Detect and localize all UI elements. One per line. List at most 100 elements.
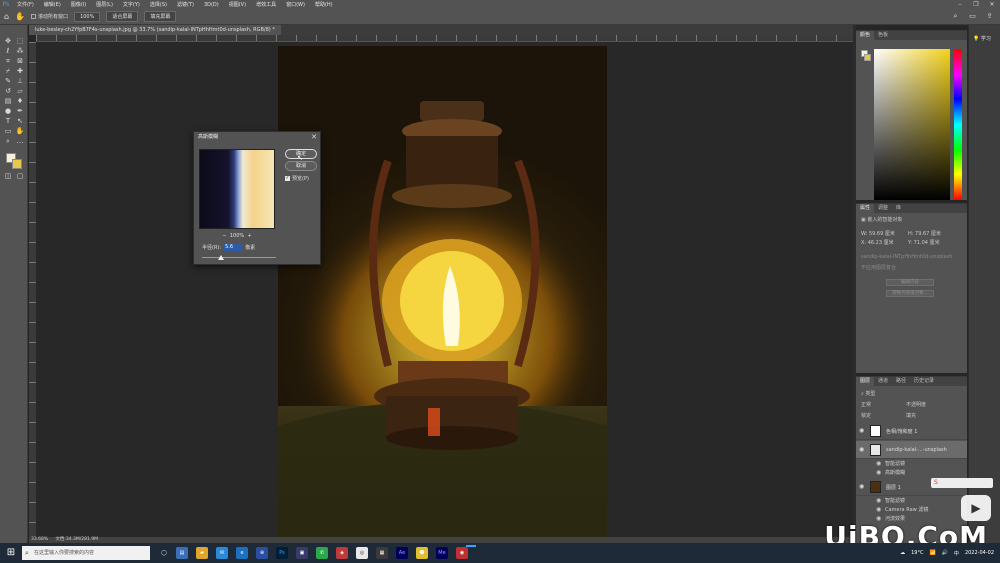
height-field[interactable]: H: 79.67 厘米 <box>908 230 941 237</box>
menu-type[interactable]: 文字(Y) <box>118 1 145 8</box>
background-swatch[interactable] <box>864 54 871 61</box>
blur-preview-window[interactable] <box>199 149 275 229</box>
workspace-icon[interactable]: ▭ <box>968 12 977 21</box>
share-icon[interactable]: ⇪ <box>985 12 994 21</box>
learn-button[interactable]: 💡 学习 <box>973 35 991 42</box>
frame-tool-icon[interactable]: ⊠ <box>15 57 25 66</box>
tab-libraries[interactable]: 库 <box>892 204 905 213</box>
taskbar-search-box[interactable]: ⌕ 在这里输入你要搜索的内容 <box>22 546 150 560</box>
healing-brush-tool-icon[interactable]: ✚ <box>15 67 25 76</box>
background-color-swatch[interactable] <box>12 159 22 169</box>
menu-edit[interactable]: 编辑(E) <box>39 1 66 8</box>
document-tab[interactable]: luke-besley-ch2YfpB7F4s-unsplash.jpg @ 3… <box>29 25 281 35</box>
app-icon[interactable]: ☻ <box>416 547 428 559</box>
photoshop-task-icon[interactable]: Ps <box>276 547 288 559</box>
edge-browser-icon[interactable]: e <box>236 547 248 559</box>
maximize-icon[interactable]: ❐ <box>968 0 984 9</box>
convert-to-linked-button[interactable]: 转换为链接对象... <box>886 290 934 297</box>
zoom-100-button[interactable]: 100% <box>74 11 101 22</box>
after-effects-icon[interactable]: Ae <box>396 547 408 559</box>
search-icon[interactable]: ⌕ <box>951 12 960 21</box>
network-icon[interactable]: 📶 <box>929 550 935 556</box>
zoom-out-icon[interactable]: − <box>222 233 226 239</box>
fill-screen-button[interactable]: 填充屏幕 <box>144 11 177 22</box>
visibility-eye-icon[interactable]: ◉ <box>876 469 881 477</box>
input-method-bar[interactable]: S <box>931 478 993 488</box>
filter-row[interactable]: ◉ 高斯模糊 <box>856 469 967 477</box>
app-icon[interactable]: ▦ <box>376 547 388 559</box>
document-size-info[interactable]: 文档:34.3M/281.9M <box>55 537 98 542</box>
vertical-ruler[interactable] <box>29 42 36 537</box>
close-icon[interactable]: ✕ <box>311 132 317 142</box>
edit-contents-button[interactable]: 编辑内容 <box>886 279 934 286</box>
more-tools-icon[interactable]: … <box>15 137 25 146</box>
gradient-tool-icon[interactable]: ▤ <box>3 97 13 106</box>
hand-tool-icon[interactable]: ✋ <box>15 12 25 21</box>
radius-input[interactable]: 5.6 <box>224 244 243 251</box>
lasso-tool-icon[interactable]: ℓ <box>3 47 13 56</box>
task-view-icon[interactable]: ◯ <box>158 547 170 559</box>
video-player-icon[interactable]: ▶ <box>961 495 991 521</box>
menu-filter[interactable]: 滤镜(T) <box>172 1 199 8</box>
blend-mode-select[interactable]: 正常 <box>861 401 871 408</box>
clock[interactable]: 2022-04-02 <box>965 550 994 556</box>
history-brush-tool-icon[interactable]: ↺ <box>3 87 13 96</box>
tab-paths[interactable]: 路径 <box>892 377 910 386</box>
move-tool-icon[interactable]: ✥ <box>3 37 13 46</box>
tab-swatches[interactable]: 色板 <box>874 31 892 40</box>
file-explorer-icon[interactable]: ▤ <box>176 547 188 559</box>
media-encoder-icon[interactable]: Me <box>436 547 448 559</box>
hand-tool-icon[interactable]: ✋ <box>15 127 25 136</box>
volume-icon[interactable]: 🔊 <box>942 550 948 556</box>
temperature[interactable]: 19°C <box>911 550 923 556</box>
path-selection-tool-icon[interactable]: ↖ <box>15 117 25 126</box>
store-icon[interactable]: ⊕ <box>256 547 268 559</box>
visibility-eye-icon[interactable]: ◉ <box>876 506 881 514</box>
color-picker-field[interactable] <box>874 49 950 200</box>
y-field[interactable]: Y: 71.04 厘米 <box>908 239 940 246</box>
menu-3d[interactable]: 3D(D) <box>199 2 224 8</box>
radius-slider-track[interactable] <box>202 257 276 258</box>
lock-controls[interactable]: 锁定 <box>861 412 871 419</box>
dodge-tool-icon[interactable]: ● <box>3 107 13 116</box>
shape-tool-icon[interactable]: ▭ <box>3 127 13 136</box>
menu-view[interactable]: 视图(V) <box>224 1 251 8</box>
tab-layers[interactable]: 图层 <box>856 377 875 386</box>
layer-item[interactable]: ◉ 色相/饱和度 1 <box>856 422 967 440</box>
preview-checkbox[interactable]: ✓ 预览(P) <box>285 175 309 182</box>
tab-channels[interactable]: 通道 <box>874 377 892 386</box>
app-icon[interactable]: ◉ <box>456 547 468 559</box>
close-icon[interactable]: ✕ <box>984 0 1000 9</box>
photoshop-logo-icon[interactable]: Ps <box>0 0 12 9</box>
app-icon[interactable]: ◈ <box>336 547 348 559</box>
windows-start-icon[interactable]: ⊞ <box>5 547 17 559</box>
width-field[interactable]: W: 59.69 厘米 <box>861 230 895 237</box>
tab-properties[interactable]: 属性 <box>856 204 875 213</box>
marquee-tool-icon[interactable]: ⬚ <box>15 37 25 46</box>
menu-image[interactable]: 图像(I) <box>66 1 91 8</box>
fill-field[interactable]: 填充 <box>906 412 916 419</box>
visibility-eye-icon[interactable]: ◉ <box>876 497 881 505</box>
mail-icon[interactable]: ✉ <box>216 547 228 559</box>
tab-adjustments[interactable]: 调整 <box>874 204 892 213</box>
weather-icon[interactable]: ☁ <box>900 550 905 556</box>
menu-file[interactable]: 文件(F) <box>12 1 39 8</box>
zoom-level[interactable]: 33.68% <box>31 537 48 542</box>
ime-indicator[interactable]: 中 <box>954 550 959 557</box>
screen-mode-icon[interactable]: ▢ <box>15 172 25 181</box>
smart-filter-row[interactable]: ◉ 智能滤镜 <box>856 460 967 468</box>
quick-mask-icon[interactable]: ◫ <box>3 172 13 181</box>
smart-filter-row[interactable]: ◉ 智能滤镜 <box>856 497 967 505</box>
menu-help[interactable]: 帮助(H) <box>310 1 338 8</box>
menu-plugins[interactable]: 增效工具 <box>251 1 281 8</box>
brush-tool-icon[interactable]: ✎ <box>3 77 13 86</box>
x-field[interactable]: X: 46.23 厘米 <box>861 239 894 246</box>
folder-icon[interactable]: ▰ <box>196 547 208 559</box>
menu-select[interactable]: 选择(S) <box>145 1 172 8</box>
visibility-eye-icon[interactable]: ◉ <box>859 427 864 434</box>
visibility-eye-icon[interactable]: ◉ <box>876 460 881 468</box>
app-icon[interactable]: ▣ <box>296 547 308 559</box>
menu-window[interactable]: 窗口(W) <box>281 1 310 8</box>
clone-stamp-tool-icon[interactable]: ⊥ <box>15 77 25 86</box>
scroll-all-windows-checkbox[interactable]: 滚动所有窗口 <box>31 13 68 20</box>
